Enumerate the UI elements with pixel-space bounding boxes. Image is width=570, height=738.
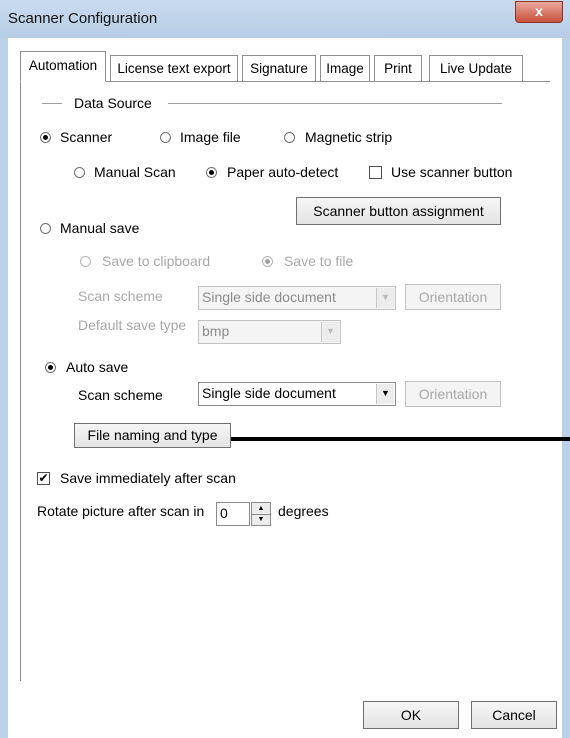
combo-value: Single side document — [202, 289, 336, 305]
manual-scan-scheme-label: Scan scheme — [78, 288, 163, 304]
chevron-down-icon: ▼ — [376, 384, 394, 404]
rotate-label: Rotate picture after scan in — [37, 503, 205, 519]
rotate-spinner[interactable]: ▲ ▼ — [251, 502, 271, 526]
close-icon: x — [535, 3, 543, 19]
tab-automation[interactable]: Automation — [20, 51, 106, 82]
tab-live-update[interactable]: Live Update — [429, 55, 523, 81]
paper-auto-detect-radio[interactable] — [206, 167, 217, 178]
auto-orientation-button[interactable]: Orientation — [405, 381, 501, 407]
close-button[interactable]: x — [515, 1, 563, 23]
radio-dot — [265, 259, 270, 264]
scanner-radio[interactable] — [40, 132, 51, 143]
manual-save-label: Manual save — [60, 220, 140, 236]
default-save-type-select[interactable]: bmp ▼ — [198, 320, 341, 344]
degrees-label: degrees — [278, 503, 329, 519]
window-frame-left — [0, 38, 8, 738]
radio-dot — [48, 365, 53, 370]
auto-scan-scheme-label: Scan scheme — [78, 387, 163, 403]
tab-label: Live Update — [439, 61, 513, 76]
tab-label: Automation — [28, 58, 98, 73]
group-line-left — [42, 103, 62, 104]
manual-scan-radio[interactable] — [74, 167, 85, 178]
save-to-clipboard-radio[interactable] — [80, 256, 91, 267]
auto-scan-scheme-select[interactable]: Single side document ▼ — [198, 382, 396, 406]
tab-image[interactable]: Image — [320, 55, 370, 81]
chevron-down-icon: ▼ — [376, 288, 394, 308]
save-to-file-label: Save to file — [284, 253, 354, 269]
use-scanner-button-checkbox[interactable] — [369, 166, 382, 179]
save-immediately-checkbox[interactable]: ✔ — [37, 472, 50, 485]
group-line-right — [168, 103, 502, 104]
scanner-button-assignment-button[interactable]: Scanner button assignment — [296, 197, 501, 225]
image-file-radio[interactable] — [160, 132, 171, 143]
tab-signature[interactable]: Signature — [242, 55, 316, 81]
tab-panel-left-border — [20, 81, 21, 681]
file-naming-and-type-button[interactable]: File naming and type — [74, 423, 231, 448]
tab-print[interactable]: Print — [374, 55, 422, 81]
tab-label: Image — [326, 61, 364, 76]
spin-down-icon[interactable]: ▼ — [252, 514, 270, 525]
manual-orientation-button[interactable]: Orientation — [405, 284, 501, 310]
data-source-heading: Data Source — [74, 95, 152, 111]
radio-dot — [43, 135, 48, 140]
manual-scan-scheme-select[interactable]: Single side document ▼ — [198, 286, 396, 310]
check-icon: ✔ — [38, 471, 49, 485]
rotate-degrees-value: 0 — [220, 505, 228, 521]
save-to-clipboard-label: Save to clipboard — [102, 253, 211, 269]
rotate-degrees-input[interactable]: 0 — [216, 502, 250, 526]
chevron-down-icon: ▼ — [321, 322, 339, 342]
tab-label: Print — [384, 61, 412, 76]
title-bar[interactable]: Scanner Configuration — [0, 0, 570, 39]
radio-dot — [209, 170, 214, 175]
auto-save-radio[interactable] — [45, 362, 56, 373]
tab-license-text-export[interactable]: License text export — [110, 55, 238, 81]
combo-value: bmp — [202, 323, 230, 339]
cancel-button[interactable]: Cancel — [471, 701, 557, 729]
magnetic-strip-radio[interactable] — [284, 132, 295, 143]
scanner-label: Scanner — [60, 129, 113, 145]
window-title: Scanner Configuration — [8, 10, 158, 27]
save-immediately-label: Save immediately after scan — [60, 470, 236, 486]
tab-label: License text export — [117, 61, 231, 76]
image-file-label: Image file — [180, 129, 241, 145]
combo-value: Single side document — [202, 385, 336, 401]
default-save-type-label: Default save type — [78, 317, 187, 333]
magnetic-strip-label: Magnetic strip — [305, 129, 393, 145]
ok-button[interactable]: OK — [363, 701, 459, 729]
window-frame-right — [562, 38, 570, 738]
save-to-file-radio[interactable] — [262, 256, 273, 267]
paper-auto-detect-label: Paper auto-detect — [227, 164, 339, 180]
annotation-line — [231, 437, 570, 441]
auto-save-label: Auto save — [66, 359, 129, 375]
manual-save-radio[interactable] — [40, 223, 51, 234]
manual-scan-label: Manual Scan — [94, 164, 176, 180]
tab-label: Signature — [250, 61, 308, 76]
use-scanner-button-label: Use scanner button — [391, 164, 513, 180]
